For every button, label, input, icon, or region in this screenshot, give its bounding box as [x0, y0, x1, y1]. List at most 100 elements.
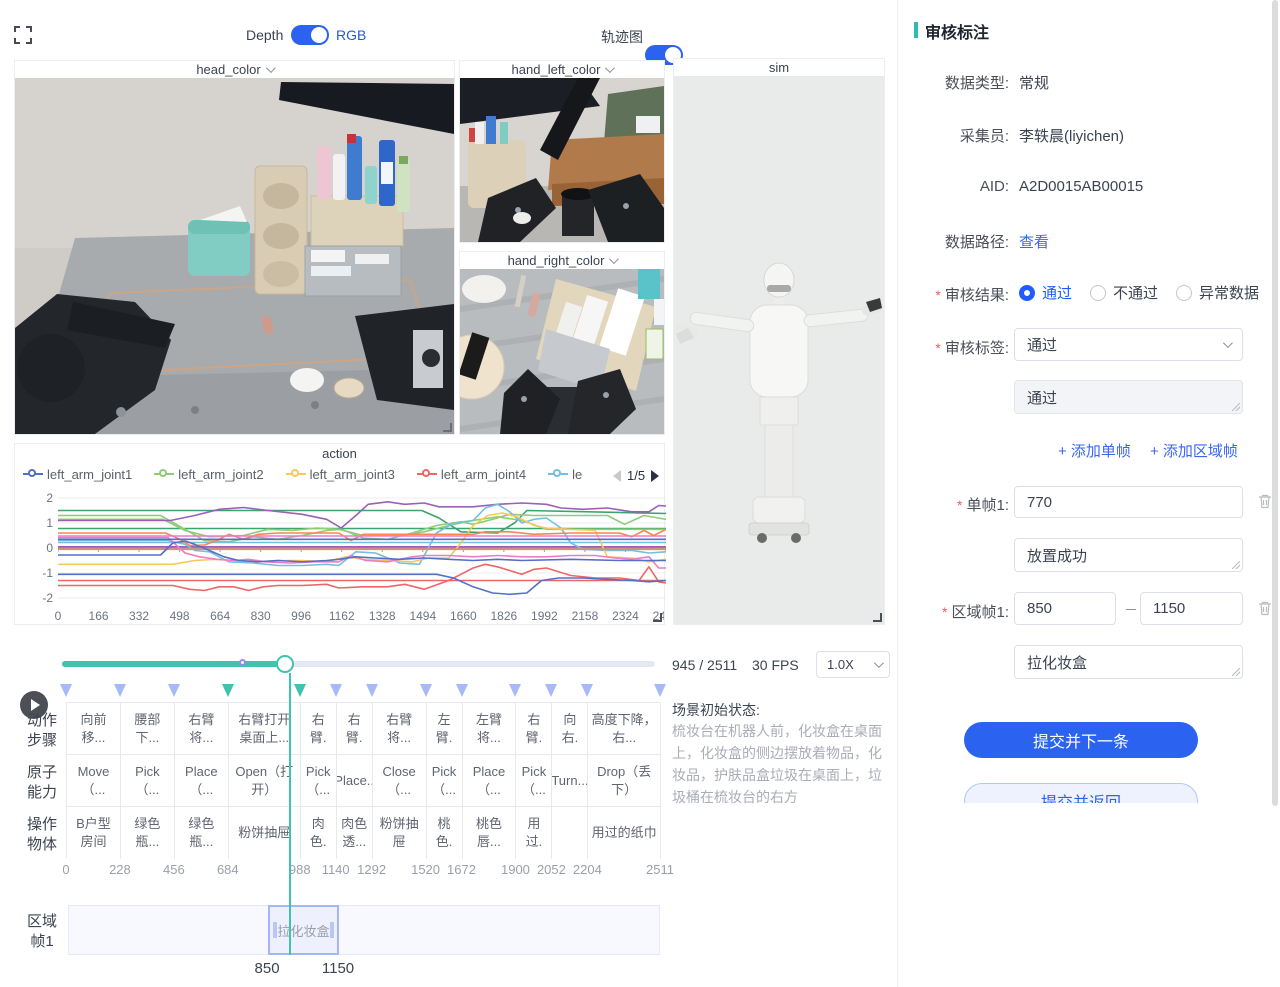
hand-left-header[interactable]: hand_left_color [460, 61, 664, 78]
depth-rgb-toggle[interactable] [291, 25, 329, 45]
legend-item[interactable]: left_arm_joint3 [286, 467, 395, 482]
step-cell[interactable]: Place（... [463, 755, 517, 807]
playhead-line[interactable] [289, 673, 291, 955]
legend-item[interactable]: le [548, 467, 582, 482]
step-cell[interactable]: 粉饼抽屉 [373, 807, 427, 859]
scrollbar[interactable] [1272, 0, 1278, 806]
resize-grip-icon[interactable] [653, 613, 662, 622]
step-cell[interactable]: B户型房间 [67, 807, 121, 859]
region-end-input[interactable]: 1150 [1140, 592, 1243, 625]
timeline-marker-icon[interactable] [654, 684, 666, 697]
timeline-marker-icon[interactable] [60, 684, 72, 697]
step-cell[interactable]: 左臂. [427, 703, 463, 755]
step-cell[interactable]: Close（... [373, 755, 427, 807]
fullscreen-icon[interactable] [14, 26, 32, 44]
radio-icon[interactable] [1176, 285, 1192, 301]
step-cell[interactable]: 绿色瓶... [121, 807, 175, 859]
step-cell[interactable]: 右臂将... [175, 703, 229, 755]
segment-left-handle-icon[interactable] [273, 922, 277, 938]
legend-prev-icon[interactable] [613, 470, 621, 482]
single-frame-note[interactable]: 放置成功 [1014, 538, 1243, 572]
step-cell[interactable]: 右臂. [337, 703, 373, 755]
segment-right-handle-icon[interactable] [330, 922, 334, 938]
step-cell[interactable]: 右臂将... [373, 703, 427, 755]
step-cell[interactable]: 绿色瓶... [175, 807, 229, 859]
step-cell[interactable]: Place.. [337, 755, 373, 807]
textarea-resize-icon[interactable] [1232, 561, 1240, 569]
timeline-marker-icon[interactable] [545, 684, 557, 697]
speed-select[interactable]: 1.0X [816, 651, 890, 678]
step-cell[interactable]: 右臂. [301, 703, 337, 755]
step-cell[interactable]: 右臂. [516, 703, 552, 755]
legend-item[interactable]: left_arm_joint4 [417, 467, 526, 482]
review-result-option[interactable]: 通过 [1019, 282, 1072, 303]
timeline-marker-icon[interactable] [509, 684, 521, 697]
timeline-marker-icon[interactable] [114, 684, 126, 697]
step-cell[interactable]: Move（... [67, 755, 121, 807]
resize-grip-icon[interactable] [873, 613, 882, 622]
resize-grip-icon[interactable] [443, 423, 452, 432]
submit-back-button[interactable]: 提交并返回 [964, 783, 1198, 803]
step-cell[interactable]: 桃色. [427, 807, 463, 859]
timeline-marker-icon[interactable] [330, 684, 342, 697]
single-frame-dot[interactable] [239, 659, 246, 666]
region-frame-note[interactable]: 拉化妆盒 [1014, 645, 1243, 679]
review-result-option[interactable]: 异常数据 [1176, 282, 1259, 303]
frame-separator: / [699, 657, 703, 673]
x-axis-tick: 830 [251, 609, 271, 623]
radio-icon[interactable] [1090, 285, 1106, 301]
timeline-marker-icon[interactable] [168, 684, 180, 697]
textarea-resize-icon[interactable] [1232, 403, 1240, 411]
step-cell[interactable]: 左臂将... [463, 703, 517, 755]
region-bar[interactable]: 拉化妆盒 [68, 905, 660, 955]
delete-single-frame-icon[interactable] [1257, 493, 1273, 509]
legend-item[interactable]: left_arm_joint1 [23, 467, 132, 482]
region-segment[interactable]: 拉化妆盒 [268, 905, 339, 955]
textarea-resize-icon[interactable] [1232, 668, 1240, 676]
timeline-marker-icon[interactable] [294, 684, 306, 697]
head-color-header[interactable]: head_color [15, 61, 454, 78]
review-result-option[interactable]: 不通过 [1090, 282, 1158, 303]
data-path-link[interactable]: 查看 [1019, 231, 1049, 252]
hand-right-header[interactable]: hand_right_color [460, 252, 664, 269]
step-cell[interactable]: Pick（... [301, 755, 337, 807]
step-cell[interactable]: 高度下降，右... [588, 703, 661, 755]
radio-selected-icon[interactable] [1019, 285, 1035, 301]
timeline-marker-icon[interactable] [222, 684, 234, 697]
delete-region-frame-icon[interactable] [1257, 600, 1273, 616]
depth-label: Depth [246, 27, 283, 43]
step-cell[interactable]: Turn... [552, 755, 588, 807]
timeline-marker-icon[interactable] [420, 684, 432, 697]
timeline-marker-icon[interactable] [581, 684, 593, 697]
timeline-marker-icon[interactable] [366, 684, 378, 697]
timeline-slider-handle[interactable] [276, 655, 294, 673]
chart-plot[interactable] [58, 490, 666, 606]
submit-next-button[interactable]: 提交并下一条 [964, 722, 1198, 758]
review-tag-select[interactable]: 通过 [1014, 328, 1243, 361]
timeline-marker-icon[interactable] [456, 684, 468, 697]
step-cell[interactable]: Pick（... [121, 755, 175, 807]
collector-value: 李轶晨(liyichen) [1019, 125, 1124, 146]
step-cell[interactable]: Pick（... [516, 755, 552, 807]
step-cell[interactable]: 用过的纸巾 [588, 807, 661, 859]
step-cell[interactable]: 肉色. [301, 807, 337, 859]
add-single-frame-link[interactable]: + 添加单帧 [1058, 440, 1131, 461]
frame-axis-tick: 1292 [357, 862, 386, 877]
single-frame-input[interactable]: 770 [1014, 486, 1243, 518]
step-cell[interactable]: 向前移... [67, 703, 121, 755]
step-cell[interactable]: 肉色透... [337, 807, 373, 859]
review-tag-note[interactable]: 通过 [1014, 380, 1243, 414]
region-start-input[interactable]: 850 [1014, 592, 1116, 625]
step-cell[interactable]: Pick（... [427, 755, 463, 807]
step-cell[interactable] [552, 807, 588, 859]
legend-next-icon[interactable] [651, 470, 659, 482]
legend-item[interactable]: left_arm_joint2 [154, 467, 263, 482]
step-cell[interactable]: Drop（丢下） [588, 755, 661, 807]
step-cell[interactable]: 用过. [516, 807, 552, 859]
add-region-frame-link[interactable]: + 添加区域帧 [1150, 440, 1238, 461]
chart-legend: left_arm_joint1 left_arm_joint2 left_arm… [23, 466, 613, 488]
step-cell[interactable]: Place（... [175, 755, 229, 807]
step-cell[interactable]: 向右. [552, 703, 588, 755]
step-cell[interactable]: 桃色唇... [463, 807, 517, 859]
step-cell[interactable]: 腰部下... [121, 703, 175, 755]
